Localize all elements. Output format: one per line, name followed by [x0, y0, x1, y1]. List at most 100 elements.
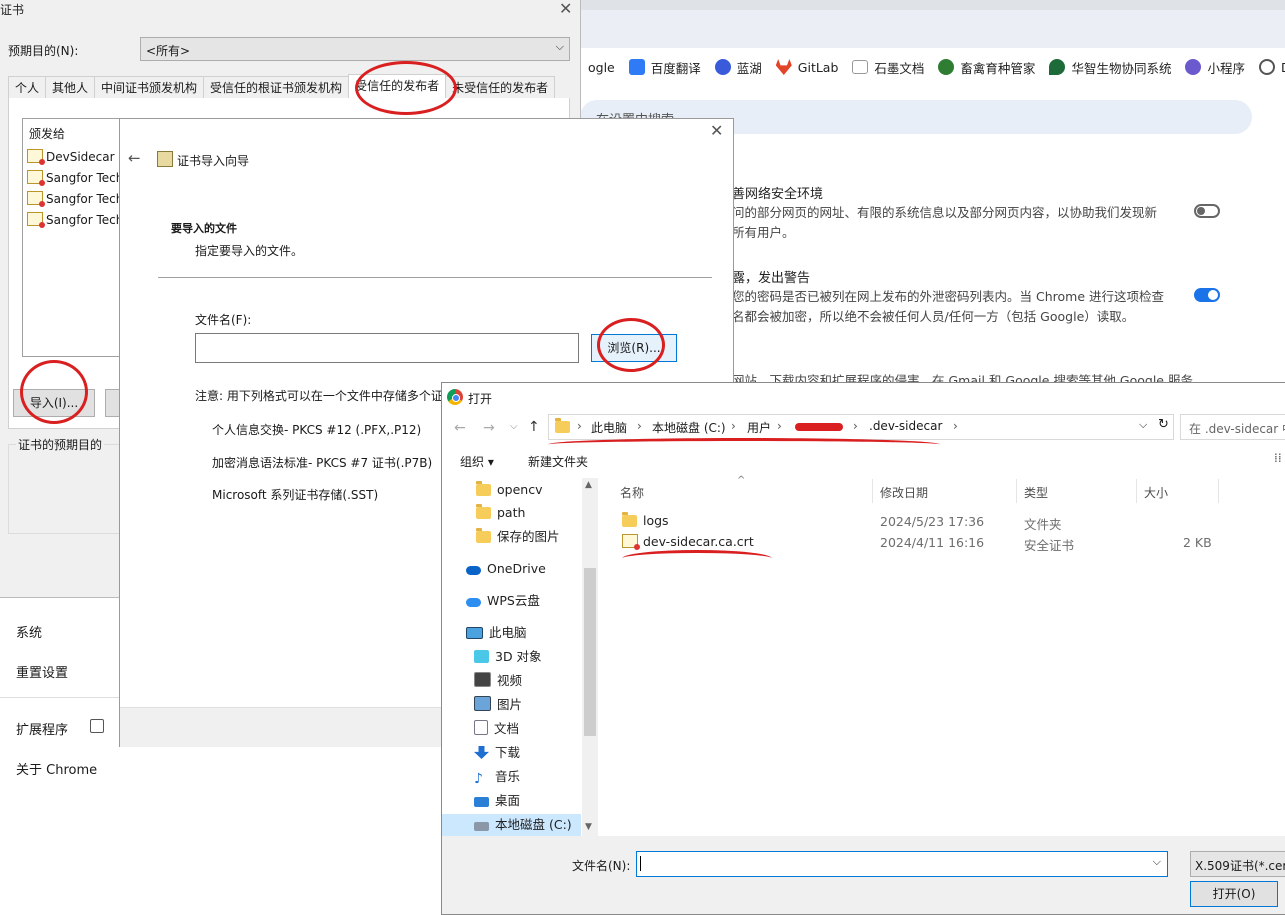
- search-input[interactable]: 在 .dev-sidecar 中搜索: [1180, 414, 1285, 440]
- downloads-icon: [474, 746, 489, 759]
- safe-browsing-toggle[interactable]: [1194, 204, 1220, 218]
- external-link-icon: [90, 719, 104, 733]
- nav-item-saved-pictures[interactable]: 保存的图片: [476, 526, 560, 548]
- column-type[interactable]: 类型: [1024, 484, 1048, 501]
- nav-about-chrome[interactable]: 关于 Chrome: [16, 759, 97, 778]
- nav-item-opencv[interactable]: opencv: [476, 479, 542, 501]
- wizard-title: 证书导入向导: [177, 154, 250, 168]
- file-type: 安全证书: [1024, 538, 1075, 553]
- tab-others[interactable]: 其他人: [45, 76, 96, 99]
- list-item[interactable]: DevSidecar -: [27, 149, 123, 165]
- up-arrow-icon[interactable]: ↑: [528, 419, 540, 435]
- column-header-issued-to[interactable]: 颁发给: [29, 125, 65, 142]
- nav-item-this-pc[interactable]: 此电脑: [466, 622, 527, 644]
- nav-item-local-disk[interactable]: 本地磁盘 (C:): [442, 814, 581, 836]
- nav-item-pictures[interactable]: 图片: [474, 694, 522, 716]
- chevron-down-icon: ⌵: [555, 40, 564, 53]
- file-row[interactable]: logs: [622, 512, 669, 528]
- folder-icon: [476, 528, 491, 543]
- list-item[interactable]: Sangfor Tech: [27, 170, 123, 186]
- nav-system[interactable]: 系统: [16, 622, 42, 641]
- list-item[interactable]: Sangfor Tech: [27, 212, 123, 228]
- bookmark-do[interactable]: Do: [1258, 59, 1285, 75]
- nav-item-music[interactable]: ♪ 音乐: [474, 766, 520, 788]
- setting-desc: 所有用户。: [732, 225, 795, 240]
- nav-reset[interactable]: 重置设置: [16, 662, 68, 681]
- forward-arrow-icon[interactable]: →: [483, 420, 495, 436]
- livestock-icon: [938, 59, 955, 75]
- filename-input[interactable]: ⌵: [636, 851, 1168, 877]
- tab-intermediate-ca[interactable]: 中间证书颁发机构: [94, 76, 205, 99]
- close-icon[interactable]: ✕: [559, 0, 572, 18]
- tab-personal[interactable]: 个人: [8, 76, 47, 99]
- scroll-down-icon[interactable]: ▼: [585, 822, 592, 832]
- annotation-circle: [597, 318, 665, 372]
- chevron-down-icon[interactable]: ⌵: [1139, 418, 1147, 432]
- bookmark-livestock[interactable]: 畜禽育种管家: [938, 58, 1035, 77]
- nav-item-downloads[interactable]: 下载: [474, 742, 520, 764]
- refresh-icon[interactable]: ↻: [1158, 417, 1169, 432]
- open-button[interactable]: 打开(O): [1190, 881, 1278, 907]
- bookmark-huazhi[interactable]: 华智生物协同系统: [1049, 58, 1171, 77]
- music-icon: ♪: [474, 771, 483, 787]
- certificate-icon: [27, 170, 45, 186]
- bookmark-miniprogram[interactable]: 小程序: [1185, 58, 1245, 77]
- nav-item-onedrive[interactable]: OneDrive: [466, 558, 546, 580]
- scroll-thumb[interactable]: [584, 568, 596, 736]
- breadcrumb-local-disk[interactable]: 本地磁盘 (C:): [652, 419, 726, 436]
- breadcrumb-dev-sidecar[interactable]: .dev-sidecar: [869, 419, 942, 433]
- nav-item-3d-objects[interactable]: 3D 对象: [474, 646, 542, 668]
- nav-item-path[interactable]: path: [476, 502, 525, 524]
- chrome-tab-strip: [580, 0, 1285, 10]
- this-pc-icon: [466, 627, 483, 639]
- miniprogram-icon: [1185, 59, 1202, 75]
- close-icon[interactable]: ✕: [710, 121, 723, 140]
- file-row[interactable]: dev-sidecar.ca.crt: [622, 534, 754, 550]
- purpose-select[interactable]: <所有> ⌵: [140, 37, 570, 61]
- documents-icon: [474, 720, 488, 735]
- view-options-icon[interactable]: ⁞⁞: [1274, 451, 1282, 465]
- nav-extensions[interactable]: 扩展程序: [16, 719, 68, 738]
- setting-desc: 问的部分网页的网址、有限的系统信息以及部分网页内容，以协助我们发现新: [732, 205, 1158, 220]
- chrome-icon-center: [452, 394, 460, 402]
- tab-untrusted-publishers[interactable]: 未受信任的发布者: [445, 76, 556, 99]
- file-type-filter[interactable]: X.509证书(*.cer;*: [1190, 851, 1285, 877]
- nav-item-videos[interactable]: 视频: [474, 670, 522, 692]
- toggle-knob: [1197, 207, 1205, 215]
- bookmark-google[interactable]: ogle: [588, 60, 615, 75]
- column-size[interactable]: 大小: [1144, 484, 1168, 501]
- format-item: Microsoft 系列证书存储(.SST): [212, 488, 379, 502]
- tab-trusted-root-ca[interactable]: 受信任的根证书颁发机构: [203, 76, 350, 99]
- bookmark-gitlab[interactable]: GitLab: [775, 59, 838, 75]
- nav-scrollbar[interactable]: ▲ ▼: [582, 478, 598, 836]
- bookmark-lanhu[interactable]: 蓝湖: [714, 58, 762, 77]
- shimo-icon: [852, 60, 869, 74]
- filename-input[interactable]: [195, 333, 579, 363]
- purpose-label: 预期目的(N):: [8, 44, 79, 58]
- bookmarks-bar: ogle 百度翻译 蓝湖 GitLab 石墨文档 畜禽育种管家 华智生物协同系统…: [588, 52, 1285, 82]
- nav-item-documents[interactable]: 文档: [474, 718, 519, 740]
- nav-item-desktop[interactable]: 桌面: [474, 790, 520, 812]
- purposes-group: [8, 444, 130, 534]
- annotation-circle: [355, 61, 457, 115]
- new-folder-button[interactable]: 新建文件夹: [528, 453, 588, 470]
- list-item[interactable]: Sangfor Tech: [27, 191, 123, 207]
- bookmark-baidu-translate[interactable]: 百度翻译: [628, 58, 701, 77]
- chevron-down-icon[interactable]: ⌵: [1153, 855, 1161, 869]
- breadcrumb-this-pc[interactable]: 此电脑: [591, 419, 627, 436]
- column-date[interactable]: 修改日期: [880, 484, 928, 501]
- password-warning-toggle[interactable]: [1194, 288, 1220, 302]
- column-name[interactable]: 名称: [620, 484, 644, 501]
- scroll-up-icon[interactable]: ▲: [585, 480, 592, 490]
- recent-locations-icon[interactable]: ⌵: [510, 421, 518, 432]
- back-arrow-icon[interactable]: ←: [454, 420, 466, 436]
- desktop-icon: [474, 797, 489, 807]
- setting-title: 善网络安全环境: [732, 187, 824, 202]
- organize-menu[interactable]: 组织 ▾: [460, 453, 494, 470]
- bookmark-shimo[interactable]: 石墨文档: [852, 58, 924, 77]
- nav-item-wps-cloud[interactable]: WPS云盘: [466, 590, 540, 612]
- format-note: 注意: 用下列格式可以在一个文件中存储多个证: [195, 389, 443, 403]
- back-arrow-icon[interactable]: ←: [128, 149, 141, 167]
- address-bar[interactable]: › 此电脑 › 本地磁盘 (C:) › 用户 › › .dev-sidecar …: [548, 414, 1174, 440]
- breadcrumb-users[interactable]: 用户: [747, 419, 771, 436]
